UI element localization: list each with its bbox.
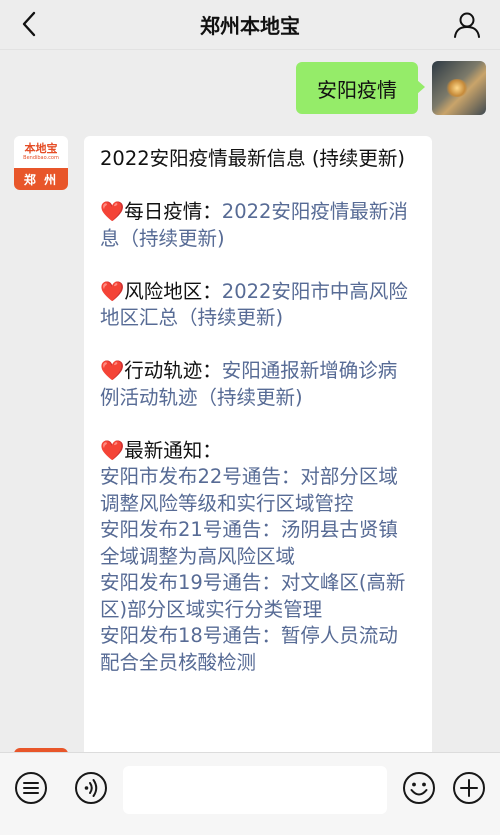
notice-link-18[interactable]: 安阳发布18号通告：暂停人员流动配合全员核酸检测 [100, 623, 416, 676]
notices-label: 最新通知： [124, 438, 222, 462]
heart-icon: ❤️ [100, 200, 125, 223]
input-toolbar [0, 752, 500, 835]
notice-link-19[interactable]: 安阳发布19号通告：对文峰区(高新区)部分区域实行分类管理 [100, 570, 416, 623]
chevron-left-icon[interactable] [16, 9, 42, 39]
my-avatar[interactable] [432, 61, 486, 115]
incoming-message: 2022安阳疫情最新信息 (持续更新) ❤️每日疫情：2022安阳疫情最新消息（… [84, 136, 432, 752]
notice-link-22[interactable]: 安阳市发布22号通告：对部分区域调整风险等级和实行区域管控 [100, 464, 416, 517]
person-icon[interactable] [452, 10, 482, 40]
notices-section: ❤️最新通知： 安阳市发布22号通告：对部分区域调整风险等级和实行区域管控 安阳… [100, 438, 416, 677]
menu-list-icon[interactable] [14, 771, 48, 805]
section-label: 风险地区： [124, 279, 222, 303]
section-label: 行动轨迹： [124, 359, 222, 382]
notices-heading: ❤️最新通知： [100, 438, 416, 465]
outgoing-message[interactable]: 安阳疫情 [296, 62, 425, 114]
plus-icon[interactable] [452, 771, 486, 805]
heart-icon: ❤️ [100, 359, 125, 382]
smiley-icon[interactable] [402, 771, 436, 805]
avatar-city: 郑 州 [14, 168, 68, 190]
avatar-brand: 本地宝 [24, 142, 58, 155]
notice-link-21[interactable]: 安阳发布21号通告：汤阴县古贤镇全域调整为高风险区域 [100, 517, 416, 570]
chat-area[interactable]: 安阳疫情 本地宝 Bendibao.com 郑 州 2022安阳疫情最新信息 (… [0, 50, 500, 752]
section-daily: ❤️每日疫情：2022安阳疫情最新消息（持续更新) [100, 199, 416, 252]
heart-icon: ❤️ [100, 438, 125, 462]
heart-icon: ❤️ [100, 279, 125, 303]
intro-text: 2022安阳疫情最新信息 (持续更新) [100, 147, 406, 170]
message-input[interactable] [123, 766, 387, 814]
chat-title: 郑州本地宝 [200, 14, 300, 38]
bot-avatar[interactable]: 本地宝 Bendibao.com 郑 州 [14, 136, 68, 190]
section-track: ❤️行动轨迹：安阳通报新增确诊病例活动轨迹（持续更新) [100, 358, 416, 411]
section-risk: ❤️风险地区：2022安阳市中高风险地区汇总（持续更新) [100, 279, 416, 332]
voice-icon[interactable] [74, 771, 108, 805]
outgoing-message-text: 安阳疫情 [317, 77, 397, 102]
avatar-site: Bendibao.com [23, 155, 59, 161]
chat-header: 郑州本地宝 [0, 0, 500, 50]
section-label: 每日疫情： [124, 200, 222, 223]
